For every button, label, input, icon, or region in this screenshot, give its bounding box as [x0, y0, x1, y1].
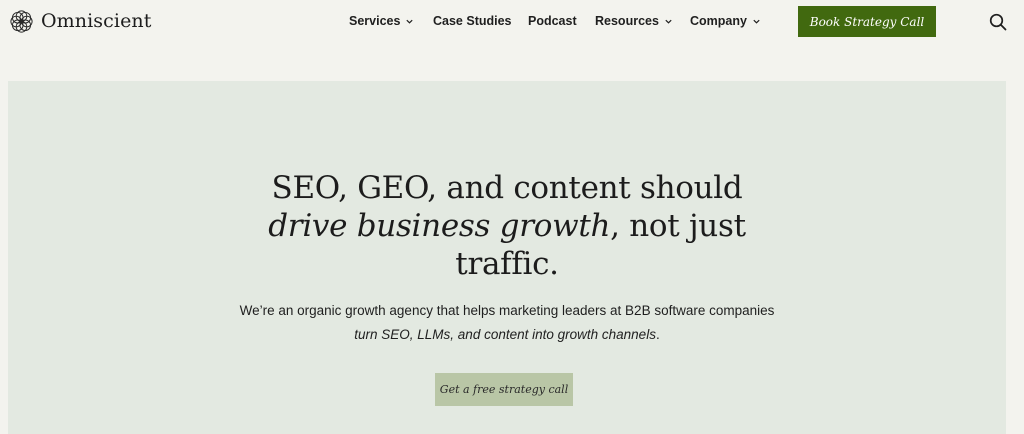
chevron-down-icon — [665, 19, 672, 24]
nav-item-label: Resources — [595, 14, 659, 28]
hero-subtitle-line: turn SEO, LLMs, and content into growth … — [8, 323, 1006, 347]
page: Omniscient Services Case Studies Podcast… — [0, 0, 1024, 434]
hero-title-rest: , not just — [610, 208, 746, 244]
nav-item-label: Company — [690, 14, 747, 28]
interlaced-circles-logo-icon — [10, 9, 33, 33]
hero-section: SEO, GEO, and content should drive busin… — [8, 81, 1006, 434]
hero-title: SEO, GEO, and content should drive busin… — [8, 169, 1006, 283]
hero-title-line: traffic. — [455, 246, 559, 282]
chevron-down-icon — [753, 19, 760, 24]
get-free-strategy-call-button[interactable]: Get a free strategy call — [435, 373, 573, 406]
hero-title-line: drive business growth, not just — [8, 207, 1006, 245]
hero-subtitle-emphasis: turn SEO, LLMs, and content into growth … — [354, 327, 656, 342]
brand-name: Omniscient — [41, 10, 152, 32]
nav-item-case-studies[interactable]: Case Studies — [433, 12, 512, 30]
search-button[interactable] — [988, 12, 1008, 32]
site-header: Omniscient Services Case Studies Podcast… — [0, 0, 1024, 44]
search-icon — [989, 13, 1007, 31]
nav-item-podcast[interactable]: Podcast — [528, 12, 577, 30]
nav-item-label: Case Studies — [433, 14, 512, 28]
hero-subtitle-line: We’re an organic growth agency that help… — [239, 303, 775, 318]
hero-title-emphasis: drive business growth — [268, 208, 611, 244]
nav-item-label: Podcast — [528, 14, 577, 28]
nav-item-company[interactable]: Company — [690, 12, 761, 30]
nav-item-services[interactable]: Services — [349, 12, 414, 30]
hero-title-line: SEO, GEO, and content should — [271, 170, 743, 206]
nav-item-resources[interactable]: Resources — [595, 12, 673, 30]
nav-item-label: Services — [349, 14, 401, 28]
book-strategy-call-button[interactable]: Book Strategy Call — [798, 6, 936, 37]
chevron-down-icon — [406, 19, 414, 24]
brand-logo-link[interactable]: Omniscient — [8, 7, 152, 35]
hero-subtitle: We’re an organic growth agency that help… — [8, 299, 1006, 347]
hero-subtitle-rest: . — [655, 327, 660, 342]
